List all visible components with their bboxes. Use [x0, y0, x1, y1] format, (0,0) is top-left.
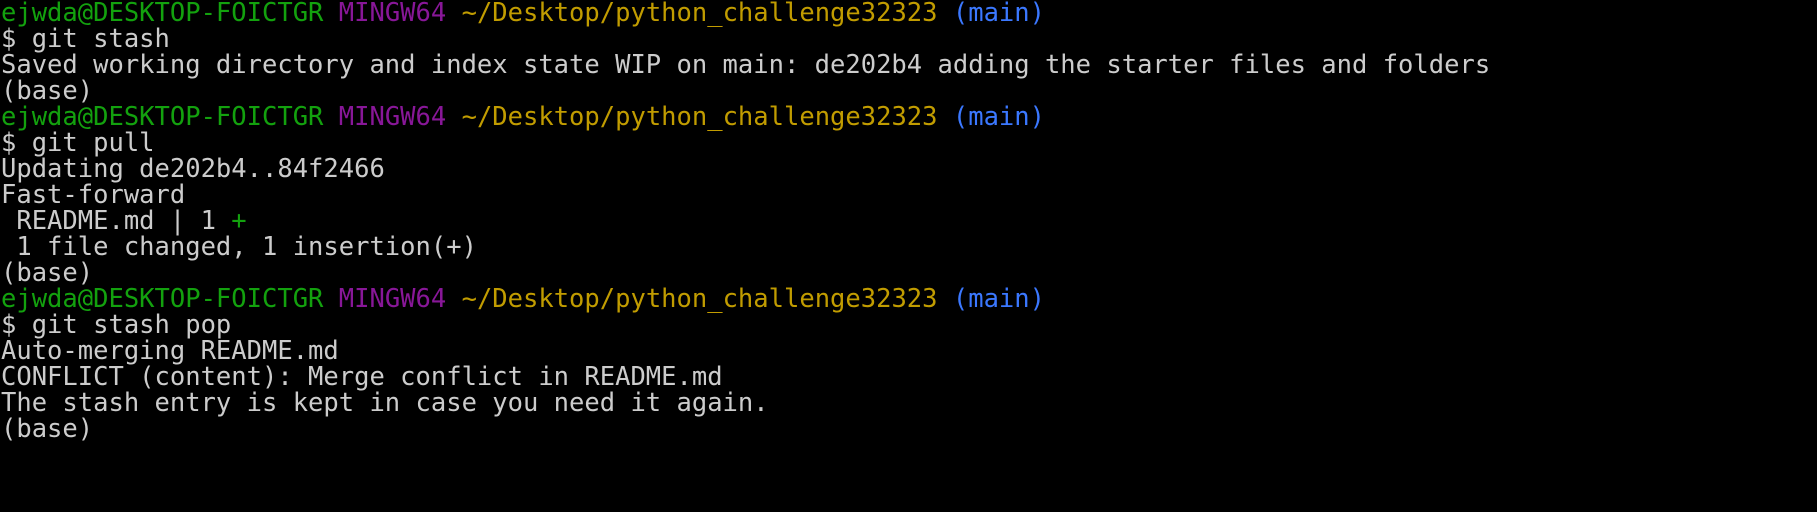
output-line: CONFLICT (content): Merge conflict in RE… [1, 362, 723, 392]
prompt-shell: MINGW64 [338, 284, 447, 314]
prompt-shell: MINGW64 [338, 102, 447, 132]
prompt-branch: (main) [952, 284, 1045, 314]
output-line: Auto-merging README.md [1, 336, 339, 366]
prompt-branch: (main) [952, 102, 1045, 132]
prompt-line: ejwda@DESKTOP-FOICTGR MINGW64 ~/Desktop/… [1, 104, 1817, 130]
output-line: Fast-forward [1, 180, 186, 210]
env-indicator: (base) [1, 76, 94, 106]
output-line: Saved working directory and index state … [1, 50, 1491, 80]
prompt-line: ejwda@DESKTOP-FOICTGR MINGW64 ~/Desktop/… [1, 0, 1817, 26]
command-line: $ git pull [1, 128, 155, 158]
terminal-window[interactable]: ejwda@DESKTOP-FOICTGR MINGW64 ~/Desktop/… [0, 0, 1817, 512]
output-line: The stash entry is kept in case you need… [1, 388, 769, 418]
command-line: $ git stash [1, 24, 170, 54]
prompt-path: ~/Desktop/python_challenge32323 [461, 0, 938, 28]
prompt-line: ejwda@DESKTOP-FOICTGR MINGW64 ~/Desktop/… [1, 286, 1817, 312]
output-line: 1 file changed, 1 insertion(+) [1, 232, 477, 262]
env-indicator: (base) [1, 414, 94, 444]
prompt-path: ~/Desktop/python_challenge32323 [461, 102, 938, 132]
prompt-path: ~/Desktop/python_challenge32323 [461, 284, 938, 314]
output-line: Updating de202b4..84f2466 [1, 154, 385, 184]
diffstat-line: README.md | 1 + [1, 208, 1817, 234]
prompt-shell: MINGW64 [338, 0, 447, 28]
env-indicator: (base) [1, 258, 94, 288]
prompt-branch: (main) [952, 0, 1045, 28]
command-line: $ git stash pop [1, 310, 232, 340]
